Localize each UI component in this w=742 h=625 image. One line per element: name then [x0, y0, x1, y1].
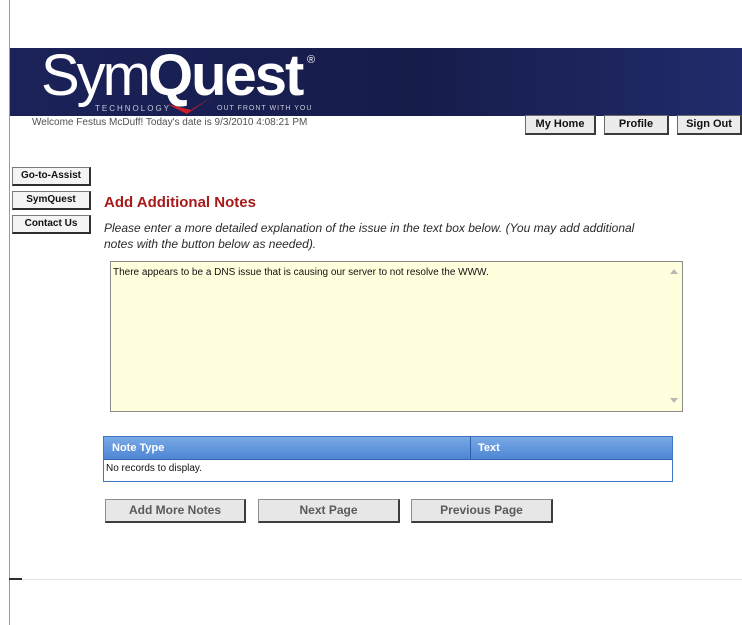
sign-out-button[interactable]: Sign Out: [677, 115, 742, 135]
logo-text-light: Sym: [41, 48, 151, 108]
header-banner: SymQuest ® TECHNOLOGY OUT FRONT WITH YOU: [10, 48, 742, 116]
sidebar-item-contact-us[interactable]: Contact Us: [12, 215, 91, 234]
footer-tick: [9, 578, 22, 580]
grid-column-text[interactable]: Text: [478, 437, 500, 459]
scroll-up-arrow-icon[interactable]: [670, 269, 678, 274]
add-more-notes-button[interactable]: Add More Notes: [105, 499, 246, 523]
my-home-button[interactable]: My Home: [525, 115, 596, 135]
sidebar-item-symquest[interactable]: SymQuest: [12, 191, 91, 210]
grid-header: Note Type Text: [104, 437, 672, 460]
logo-swoosh-icon: [167, 96, 213, 114]
notes-textarea[interactable]: There appears to be a DNS issue that is …: [110, 261, 683, 412]
page-title: Add Additional Notes: [104, 194, 256, 211]
registered-mark: ®: [307, 54, 316, 66]
scroll-down-arrow-icon[interactable]: [670, 398, 678, 403]
previous-page-button[interactable]: Previous Page: [411, 499, 553, 523]
logo-tagline-right: OUT FRONT WITH YOU: [217, 105, 313, 112]
instructions-text: Please enter a more detailed explanation…: [104, 221, 635, 251]
notes-scrollbar[interactable]: [666, 262, 682, 411]
sidebar-item-go-to-assist[interactable]: Go-to-Assist: [12, 167, 91, 186]
symquest-logo[interactable]: SymQuest ® TECHNOLOGY OUT FRONT WITH YOU: [31, 48, 331, 116]
grid-column-separator: [470, 437, 471, 459]
footer-divider: [9, 579, 742, 580]
logo-tagline-left: TECHNOLOGY: [95, 104, 172, 113]
welcome-message: Welcome Festus McDuff! Today's date is 9…: [32, 117, 308, 128]
notes-grid: Note Type Text No records to display.: [103, 436, 673, 482]
grid-column-note-type[interactable]: Note Type: [112, 437, 164, 459]
notes-textarea-value[interactable]: There appears to be a DNS issue that is …: [113, 267, 489, 278]
next-page-button[interactable]: Next Page: [258, 499, 400, 523]
grid-empty-message: No records to display.: [106, 463, 202, 474]
profile-button[interactable]: Profile: [604, 115, 669, 135]
